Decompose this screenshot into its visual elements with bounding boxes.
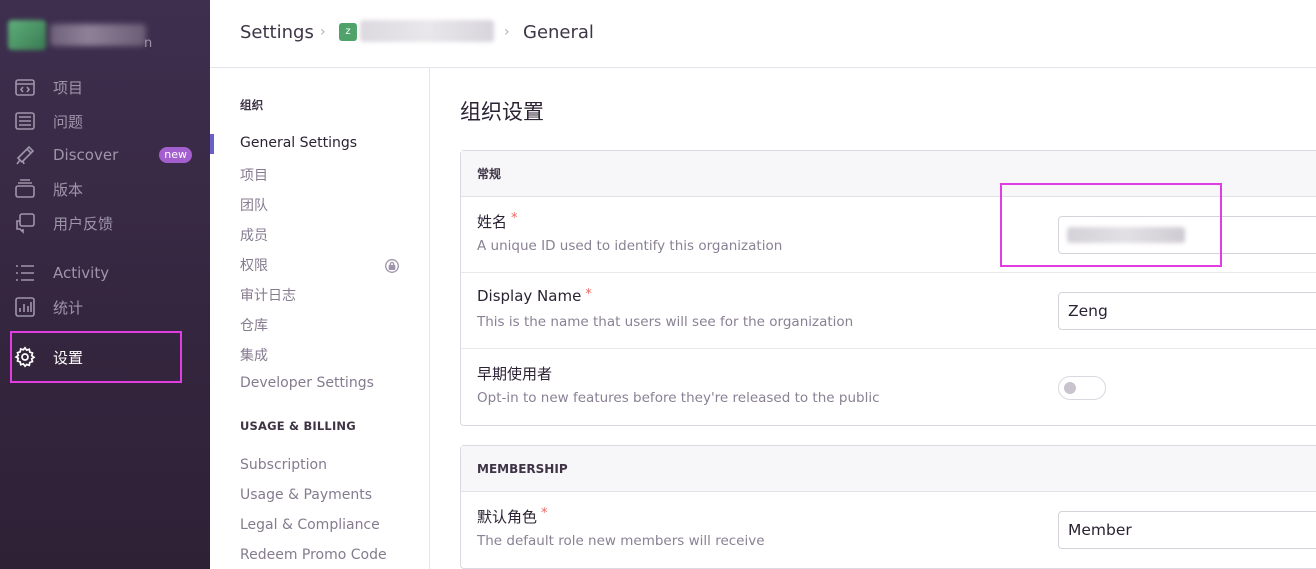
subnav-item-permissions[interactable]: 权限	[240, 255, 268, 275]
org-switcher[interactable]: n	[8, 14, 198, 54]
sidebar-item-activity[interactable]: Activity	[14, 260, 194, 286]
breadcrumb-separator: ›	[504, 24, 510, 40]
panel-heading: 常规	[461, 151, 1316, 197]
sidebar: n 项目 问题 Discover new 版本 用户反馈 Activity 统计…	[0, 0, 210, 569]
sidebar-item-releases[interactable]: 版本	[14, 176, 194, 202]
org-name-suffix: n	[144, 36, 153, 51]
releases-icon	[15, 179, 35, 198]
field-help: The default role new members will receiv…	[477, 533, 765, 549]
toggle-knob	[1064, 382, 1076, 394]
slug-input[interactable]	[1058, 216, 1316, 254]
sidebar-item-discover[interactable]: Discover new	[14, 142, 194, 168]
field-help: A unique ID used to identify this organi…	[477, 238, 783, 254]
subnav-item-developer-settings[interactable]: Developer Settings	[240, 375, 374, 391]
sidebar-item-label: Discover	[53, 146, 119, 164]
active-indicator	[210, 134, 214, 154]
field-label: 早期使用者	[477, 365, 553, 383]
field-help: Opt-in to new features before they're re…	[477, 390, 880, 406]
sidebar-item-label: 问题	[53, 112, 84, 131]
breadcrumb: Settings › z › General	[210, 0, 1316, 68]
breadcrumb-settings[interactable]: Settings	[240, 22, 314, 43]
breadcrumb-org-redacted[interactable]	[360, 20, 494, 42]
projects-icon	[15, 79, 35, 96]
slug-value-redacted	[1067, 227, 1185, 243]
breadcrumb-separator: ›	[320, 24, 326, 40]
org-avatar-small: z	[339, 23, 357, 41]
new-badge: new	[159, 147, 192, 163]
gear-icon	[14, 346, 36, 368]
field-label-text: Display Name	[477, 287, 582, 305]
default-role-select[interactable]: Member	[1058, 511, 1316, 549]
subnav-item-usage-payments[interactable]: Usage & Payments	[240, 487, 372, 503]
main-content: 组织设置 常规 姓名 * A unique ID used to identify…	[430, 68, 1316, 569]
subnav-item-integrations[interactable]: 集成	[240, 345, 268, 365]
field-help: This is the name that users will see for…	[477, 314, 854, 330]
general-panel: 常规 姓名 * A unique ID used to identify this…	[460, 150, 1316, 426]
field-label: 默认角色 *	[477, 506, 548, 527]
early-adopter-toggle[interactable]	[1058, 376, 1106, 400]
sidebar-item-settings[interactable]: 设置	[14, 344, 194, 370]
page-title: 组织设置	[460, 100, 544, 124]
subnav-heading-org: 组织	[240, 98, 264, 112]
required-marker: *	[541, 506, 548, 521]
org-avatar	[8, 20, 46, 50]
discover-icon	[16, 145, 35, 165]
sidebar-item-feedback[interactable]: 用户反馈	[14, 210, 194, 236]
sidebar-item-stats[interactable]: 统计	[14, 294, 194, 320]
sidebar-item-label: Activity	[53, 264, 110, 282]
sidebar-item-label: 设置	[53, 348, 84, 367]
subnav-item-general-settings[interactable]: General Settings	[240, 135, 357, 151]
subnav-item-subscription[interactable]: Subscription	[240, 457, 327, 473]
org-name-redacted	[50, 24, 146, 46]
required-marker: *	[511, 211, 518, 226]
panel-heading: MEMBERSHIP	[461, 446, 1316, 492]
form-row-display-name: Display Name * This is the name that user…	[461, 273, 1316, 349]
form-row-default-role: 默认角色 * The default role new members will …	[461, 492, 1316, 568]
field-label: 姓名 *	[477, 211, 518, 232]
issues-icon	[15, 112, 35, 130]
subnav-item-projects[interactable]: 项目	[240, 165, 268, 185]
sidebar-item-label: 统计	[53, 298, 84, 317]
subnav-heading-billing: USAGE & BILLING	[240, 419, 356, 433]
form-row-slug: 姓名 * A unique ID used to identify this or…	[461, 197, 1316, 273]
sidebar-item-label: 用户反馈	[53, 214, 114, 233]
subnav-item-redeem-promo[interactable]: Redeem Promo Code	[240, 547, 387, 563]
display-name-input[interactable]: Zeng	[1058, 292, 1316, 330]
subnav-item-teams[interactable]: 团队	[240, 195, 268, 215]
settings-subnav: 组织 General Settings 项目 团队 成员 权限 审计日志 仓库 …	[210, 68, 430, 569]
sidebar-item-issues[interactable]: 问题	[14, 108, 194, 134]
subnav-item-audit-log[interactable]: 审计日志	[240, 285, 296, 305]
field-label-text: 姓名	[477, 213, 508, 231]
subnav-item-legal-compliance[interactable]: Legal & Compliance	[240, 517, 380, 533]
sidebar-item-projects[interactable]: 项目	[14, 74, 194, 100]
lock-icon	[385, 259, 399, 273]
required-marker: *	[585, 287, 592, 302]
sidebar-item-label: 项目	[53, 78, 84, 97]
sidebar-item-label: 版本	[53, 180, 84, 199]
activity-icon	[16, 265, 34, 281]
subnav-item-repos[interactable]: 仓库	[240, 315, 268, 335]
field-label-text: 默认角色	[477, 508, 538, 526]
field-label: Display Name *	[477, 287, 592, 305]
stats-icon	[15, 297, 35, 317]
form-row-early-adopter: 早期使用者 Opt-in to new features before they…	[461, 349, 1316, 425]
membership-panel: MEMBERSHIP 默认角色 * The default role new me…	[460, 445, 1316, 569]
breadcrumb-current: General	[523, 22, 594, 43]
feedback-icon	[16, 213, 35, 234]
subnav-item-members[interactable]: 成员	[240, 225, 268, 245]
